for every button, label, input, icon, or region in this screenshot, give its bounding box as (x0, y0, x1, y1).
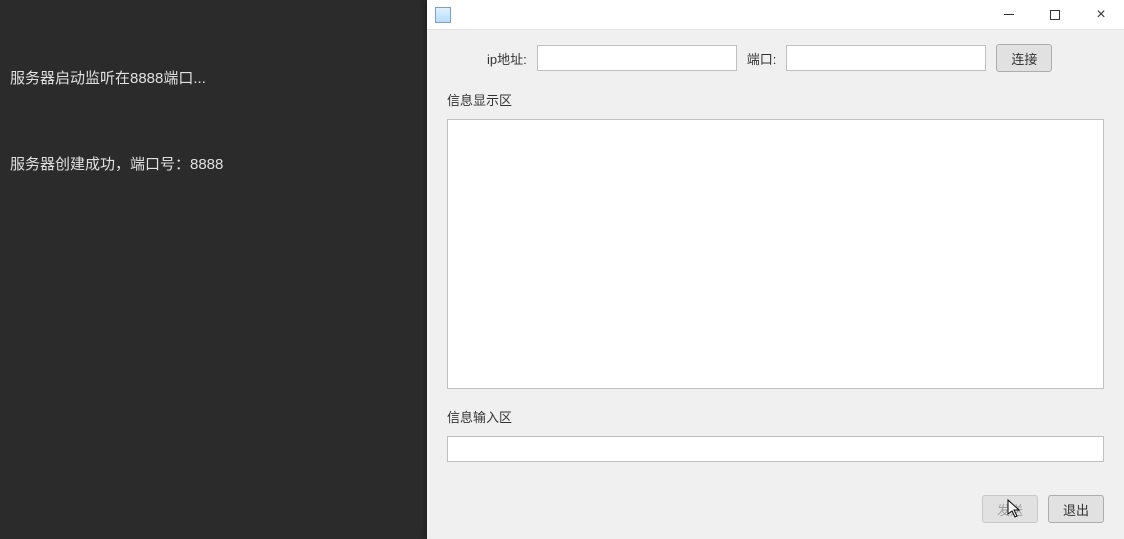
port-label: 端口: (747, 49, 777, 68)
exit-button[interactable]: 退出 (1048, 495, 1104, 523)
message-input[interactable] (447, 436, 1104, 462)
ip-input[interactable] (537, 45, 737, 71)
minimize-icon (1004, 14, 1014, 15)
maximize-button[interactable] (1032, 0, 1078, 30)
server-console: 服务器启动监听在8888端口... 服务器创建成功，端口号：8888 (0, 0, 427, 539)
display-section-label: 信息显示区 (447, 90, 1104, 109)
close-icon: × (1096, 7, 1105, 23)
console-line: 服务器启动监听在8888端口... (10, 65, 417, 94)
ip-label: ip地址: (487, 49, 527, 68)
port-input[interactable] (786, 45, 986, 71)
maximize-icon (1050, 10, 1060, 20)
client-window: × ip地址: 端口: 连接 信息显示区 信息输入区 发送 退出 (427, 0, 1124, 539)
titlebar: × (427, 0, 1124, 30)
client-area: ip地址: 端口: 连接 信息显示区 信息输入区 发送 退出 (427, 30, 1124, 539)
window-controls: × (986, 0, 1124, 30)
app-icon (435, 7, 451, 23)
message-display-area (447, 119, 1104, 389)
connection-row: ip地址: 端口: 连接 (447, 44, 1104, 72)
send-button[interactable]: 发送 (982, 495, 1038, 523)
console-line: 服务器创建成功，端口号：8888 (10, 151, 417, 180)
input-section-label: 信息输入区 (447, 407, 1104, 426)
connect-button[interactable]: 连接 (996, 44, 1052, 72)
minimize-button[interactable] (986, 0, 1032, 30)
close-button[interactable]: × (1078, 0, 1124, 30)
bottom-button-row: 发送 退出 (447, 477, 1104, 523)
